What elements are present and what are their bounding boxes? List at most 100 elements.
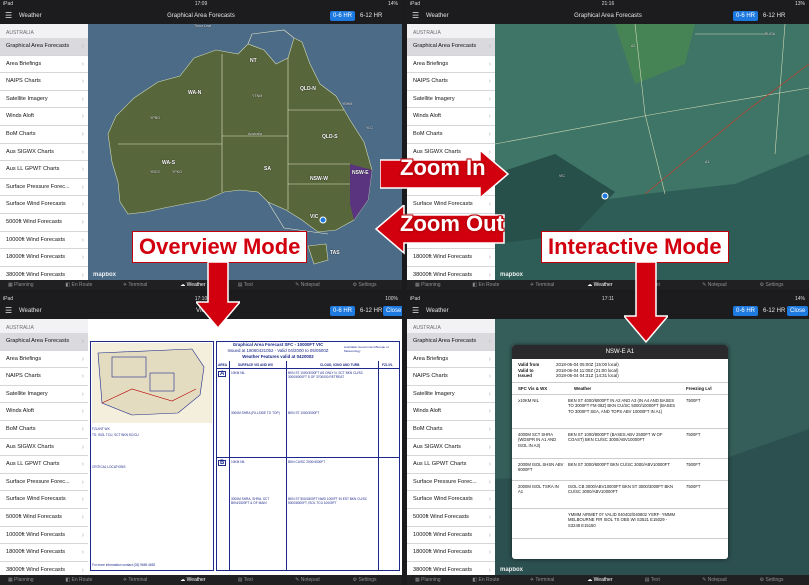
tab-notepad[interactable]: ✎ Notepad [295,280,320,290]
sidebar-item[interactable]: Aus LL GPWT Charts › [0,161,88,179]
tab-text[interactable]: ▤ Text [238,575,253,585]
hamburger-icon[interactable]: ☰ [5,8,12,24]
tab-terminal[interactable]: ✈ Terminal [123,280,147,290]
sidebar-item[interactable]: 5000ft Wind Forecasts › [0,213,88,232]
sidebar-item[interactable]: Aus SIGWX Charts › [407,438,495,457]
sidebar-item[interactable]: NAIPS Charts › [0,368,88,386]
sidebar-item[interactable]: Surface Pressure Forec... › [0,473,88,492]
tab-label: Terminal [128,282,148,288]
sidebar-item[interactable]: Graphical Area Forecasts › [407,333,495,351]
tab-weather[interactable]: ☁ Weather [587,280,612,290]
forecast-chart-document[interactable]: FZL/INT WX TS: ISOL TCU, SCT BKN SC/CU C… [88,319,402,577]
sidebar-item[interactable]: Area Briefings › [407,55,495,74]
sidebar-item[interactable]: Winds Aloft › [407,403,495,421]
sidebar-item[interactable]: Surface Wind Forecasts › [0,196,88,214]
sidebar-item-label: Surface Pressure Forec... [6,478,70,485]
tab-planning[interactable]: ▦ Planning [8,575,34,585]
sidebar-item[interactable]: NAIPS Charts › [407,73,495,91]
mapbox-logo: mapbox [500,567,524,573]
tab-weather[interactable]: ☁ Weather [180,575,205,585]
sidebar-item[interactable]: Aus LL GPWT Charts › [0,456,88,474]
tab-en-route[interactable]: ◧ En Route [65,280,92,290]
sidebar-item[interactable]: BoM Charts › [0,420,88,439]
segment-6-12-hr[interactable]: 6-12 HR [760,306,788,316]
chevron-right-icon: › [81,166,84,174]
location-marker [319,216,327,224]
sidebar-item[interactable]: Satellite Imagery › [0,90,88,109]
segment-0-6-hr[interactable]: 0-6 HR [733,306,759,316]
segment-6-12-hr[interactable]: 6-12 HR [760,11,788,21]
tab-text[interactable]: ▤ Text [645,575,660,585]
sidebar-item[interactable]: Aus SIGWX Charts › [0,438,88,457]
tab-settings[interactable]: ⚙ Settings [353,575,377,585]
hamburger-icon[interactable]: ☰ [412,8,419,24]
tab-en-route[interactable]: ◧ En Route [472,575,499,585]
sidebar-item[interactable]: Graphical Area Forecasts › [0,38,88,56]
row-weather: YMMM AIRMET 07 VALID 040402/040802 YSRF-… [568,511,675,528]
tab-terminal[interactable]: ✈ Terminal [530,575,554,585]
tab-label: Weather [593,282,613,288]
tab-planning[interactable]: ▦ Planning [415,575,441,585]
sidebar-item[interactable]: BoM Charts › [407,125,495,144]
sidebar-item[interactable]: NAIPS Charts › [0,73,88,91]
tab-notepad[interactable]: ✎ Notepad [702,575,727,585]
tab-en-route[interactable]: ◧ En Route [472,280,499,290]
sidebar-item[interactable]: Satellite Imagery › [0,385,88,404]
tab-settings[interactable]: ⚙ Settings [760,575,784,585]
tab-terminal[interactable]: ✈ Terminal [123,575,147,585]
sidebar-item[interactable]: Aus LL GPWT Charts › [407,456,495,474]
close-button[interactable]: Close [787,306,809,316]
segment-0-6-hr[interactable]: 0-6 HR [330,306,356,316]
sidebar-item[interactable]: Area Briefings › [407,350,495,369]
segment-0-6-hr[interactable]: 0-6 HR [733,11,759,21]
sidebar-item[interactable]: BoM Charts › [407,420,495,439]
sidebar-item[interactable]: Winds Aloft › [0,403,88,421]
close-button[interactable]: Close [383,306,402,316]
tab-label: Text [243,577,253,583]
sidebar-item[interactable]: 5000ft Wind Forecasts › [407,508,495,527]
tab-notepad[interactable]: ✎ Notepad [295,575,320,585]
sidebar-item[interactable]: 18000ft Wind Forecasts › [407,544,495,562]
sidebar-item[interactable]: BoM Charts › [0,125,88,144]
tab-notepad[interactable]: ✎ Notepad [702,280,727,290]
tab-planning[interactable]: ▦ Planning [415,280,441,290]
sidebar-item[interactable]: Winds Aloft › [407,108,495,126]
sidebar-item[interactable]: Surface Pressure Forec... › [0,178,88,197]
sidebar-item[interactable]: Graphical Area Forecasts › [0,333,88,351]
chevron-right-icon: › [81,236,84,244]
sidebar-item[interactable]: Satellite Imagery › [407,385,495,404]
sidebar-item[interactable]: 10000ft Wind Forecasts › [0,231,88,250]
map-label-a2: A2 [631,44,636,48]
sidebar-item[interactable]: Winds Aloft › [0,108,88,126]
sidebar-item[interactable]: Surface Wind Forecasts › [407,491,495,509]
sidebar-item[interactable]: 10000ft Wind Forecasts › [0,526,88,545]
hamburger-icon[interactable]: ☰ [5,303,12,319]
tab-planning[interactable]: ▦ Planning [8,280,34,290]
tab-weather[interactable]: ☁ Weather [587,575,612,585]
sidebar-item[interactable]: 18000ft Wind Forecasts › [0,249,88,267]
sidebar-item[interactable]: Surface Wind Forecasts › [0,491,88,509]
tab-label: En Route [478,577,500,583]
tab-en-route[interactable]: ◧ En Route [65,575,92,585]
segment-6-12-hr[interactable]: 6-12 HR [357,11,385,21]
sidebar-item[interactable]: 5000ft Wind Forecasts › [0,508,88,527]
sidebar-item[interactable]: Area Briefings › [0,55,88,74]
forecast-popup[interactable]: NSW-E A1 Valid from 2018-06-04 05:00Z (15… [512,345,728,559]
tab-settings[interactable]: ⚙ Settings [353,280,377,290]
overview-down-arrow [196,262,240,330]
segment-0-6-hr[interactable]: 0-6 HR [330,11,356,21]
tab-settings[interactable]: ⚙ Settings [760,280,784,290]
sidebar-item[interactable]: 18000ft Wind Forecasts › [0,544,88,562]
segment-6-12-hr[interactable]: 6-12 HR [357,306,385,316]
tab-terminal[interactable]: ✈ Terminal [530,280,554,290]
sidebar-item[interactable]: 10000ft Wind Forecasts › [407,526,495,545]
sidebar-item[interactable]: Aus SIGWX Charts › [0,143,88,162]
sidebar-item[interactable]: NAIPS Charts › [407,368,495,386]
valid-from-value: 2018-06-04 05:00Z (15:00 local) [556,362,619,367]
sidebar-item[interactable]: Area Briefings › [0,350,88,369]
row-2-vis: 3000M SHRA (FILLSIDE TO TOP) [231,411,280,415]
hamburger-icon[interactable]: ☰ [412,303,419,319]
sidebar-item[interactable]: Surface Pressure Forec... › [407,473,495,492]
sidebar-item[interactable]: Graphical Area Forecasts › [407,38,495,56]
sidebar-item[interactable]: Satellite Imagery › [407,90,495,109]
